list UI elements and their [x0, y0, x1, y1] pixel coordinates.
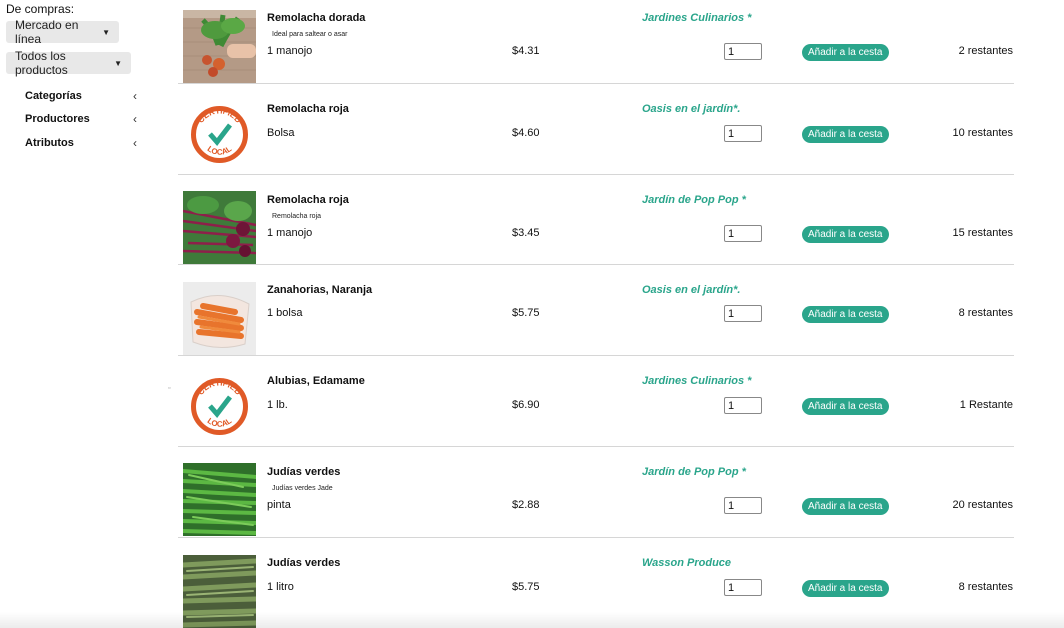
add-to-cart-button[interactable]: Añadir a la cesta — [802, 44, 889, 61]
product-price: $5.75 — [512, 581, 540, 593]
product-row: Zanahorias, Naranja 1 bolsa $5.75 Oasis … — [178, 265, 1014, 356]
product-price: $4.31 — [512, 45, 540, 57]
stock-remaining: 8 restantes — [958, 307, 1013, 319]
stock-remaining: 1 Restante — [959, 399, 1013, 411]
product-unit: 1 litro — [267, 581, 294, 593]
quantity-input[interactable] — [724, 305, 762, 322]
product-name[interactable]: Zanahorias, Naranja — [267, 284, 372, 296]
sidebar-item-label: Atributos — [25, 137, 74, 149]
product-unit: 1 manojo — [267, 45, 313, 57]
sidebar-item-label: Categorías — [25, 90, 82, 102]
product-image-green-beans[interactable] — [183, 463, 256, 536]
chevron-left-icon: ‹ — [133, 136, 137, 150]
certified-local-logo[interactable]: CERTIFIED LOCAL — [183, 370, 256, 443]
product-unit: 1 lb. — [267, 399, 288, 411]
product-unit: 1 bolsa — [267, 307, 303, 319]
quantity-input[interactable] — [724, 43, 762, 60]
market-dropdown-label: Mercado en línea — [15, 18, 79, 46]
grower-link[interactable]: Jardín de Pop Pop * — [642, 466, 746, 478]
product-price: $3.45 — [512, 227, 540, 239]
grower-link[interactable]: Jardines Culinarios * — [642, 12, 751, 24]
add-to-cart-button[interactable]: Añadir a la cesta — [802, 126, 889, 143]
quantity-input[interactable] — [724, 397, 762, 414]
products-dropdown[interactable]: Todos los productos ▼ — [6, 49, 131, 77]
sidebar-item-producers[interactable]: Productores ‹ — [25, 112, 137, 126]
product-price: $2.88 — [512, 499, 540, 511]
quantity-input[interactable] — [724, 225, 762, 242]
product-image-carrots[interactable] — [183, 282, 256, 355]
product-unit: Bolsa — [267, 127, 295, 139]
product-image-golden-beets[interactable] — [183, 10, 256, 83]
stock-remaining: 2 restantes — [958, 45, 1013, 57]
product-name[interactable]: Judías verdes — [267, 557, 340, 569]
grower-link[interactable]: Oasis en el jardín*. — [642, 284, 740, 296]
caret-down-icon: ▼ — [102, 27, 110, 37]
quantity-input[interactable] — [724, 125, 762, 142]
sidebar-item-attributes[interactable]: Atributos ‹ — [25, 136, 137, 150]
product-name[interactable]: Remolacha roja — [267, 194, 349, 206]
chevron-left-icon: ‹ — [133, 89, 137, 103]
shopping-label: De compras: — [6, 2, 75, 16]
product-description: Judías verdes Jade — [272, 485, 333, 492]
product-row: Remolacha dorada Ideal para saltear o as… — [178, 0, 1014, 84]
product-name[interactable]: Remolacha dorada — [267, 12, 365, 24]
broken-image-icon: ▫ — [168, 385, 171, 392]
quantity-input[interactable] — [724, 579, 762, 596]
bottom-fade — [0, 612, 1064, 628]
product-row: Judías verdes Judías verdes Jade pinta $… — [178, 447, 1014, 538]
products-dropdown-label: Todos los productos — [15, 49, 68, 77]
product-price: $6.90 — [512, 399, 540, 411]
add-to-cart-button[interactable]: Añadir a la cesta — [802, 580, 889, 597]
stock-remaining: 15 restantes — [952, 227, 1013, 239]
grower-link[interactable]: Oasis en el jardín*. — [642, 103, 740, 115]
product-name[interactable]: Alubias, Edamame — [267, 375, 365, 387]
add-to-cart-button[interactable]: Añadir a la cesta — [802, 306, 889, 323]
market-dropdown[interactable]: Mercado en línea ▼ — [6, 18, 119, 46]
product-description: Remolacha roja — [272, 213, 322, 220]
stock-remaining: 8 restantes — [958, 581, 1013, 593]
grower-link[interactable]: Jardín de Pop Pop * — [642, 194, 746, 206]
add-to-cart-button[interactable]: Añadir a la cesta — [802, 398, 889, 415]
product-name[interactable]: Judías verdes — [267, 466, 340, 478]
stock-remaining: 20 restantes — [952, 499, 1013, 511]
stock-remaining: 10 restantes — [952, 127, 1013, 139]
add-to-cart-button[interactable]: Añadir a la cesta — [802, 498, 889, 515]
quantity-input[interactable] — [724, 497, 762, 514]
product-unit: pinta — [267, 499, 291, 511]
grower-link[interactable]: Wasson Produce — [642, 557, 731, 569]
product-price: $5.75 — [512, 307, 540, 319]
product-unit: 1 manojo — [267, 227, 313, 239]
certified-local-logo[interactable]: CERTIFIED LOCAL — [183, 98, 256, 171]
sidebar-item-label: Productores — [25, 113, 90, 125]
product-image-red-beets[interactable] — [183, 191, 256, 264]
sidebar-item-categories[interactable]: Categorías ‹ — [25, 89, 137, 103]
add-to-cart-button[interactable]: Añadir a la cesta — [802, 226, 889, 243]
product-row: CERTIFIED LOCAL Alubias, Edamame 1 lb. $… — [178, 356, 1014, 447]
caret-down-icon: ▼ — [114, 58, 122, 68]
product-price: $4.60 — [512, 127, 540, 139]
grower-link[interactable]: Jardines Culinarios * — [642, 375, 751, 387]
product-row: CERTIFIED LOCAL Remolacha roja Bolsa $4.… — [178, 84, 1014, 175]
product-row: Remolacha roja Remolacha roja 1 manojo $… — [178, 175, 1014, 265]
product-description: Ideal para saltear o asar — [272, 31, 348, 38]
product-name[interactable]: Remolacha roja — [267, 103, 349, 115]
chevron-left-icon: ‹ — [133, 112, 137, 126]
product-list: Remolacha dorada Ideal para saltear o as… — [178, 0, 1014, 628]
